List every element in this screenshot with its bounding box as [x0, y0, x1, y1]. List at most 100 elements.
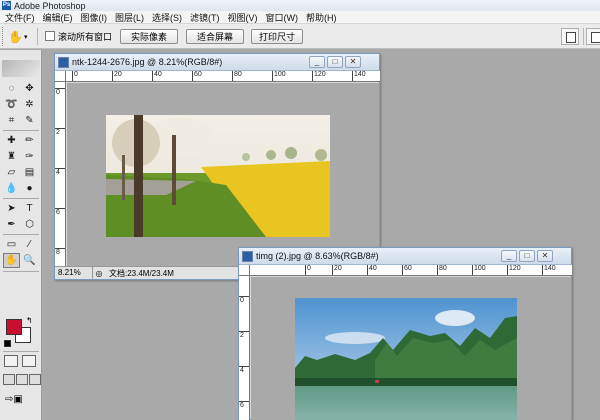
- divider: [3, 234, 39, 235]
- menu-image[interactable]: 图像(I): [77, 11, 112, 24]
- restore-button[interactable]: □: [519, 250, 535, 262]
- actual-pixels-button[interactable]: 实际像素: [120, 29, 178, 44]
- menu-filter[interactable]: 滤镜(T): [186, 11, 224, 24]
- swap-colors-icon[interactable]: ↰: [26, 316, 33, 325]
- full-screen-menu-mode-button[interactable]: [16, 374, 28, 385]
- ruler-tick-label: 0: [239, 296, 249, 304]
- eraser-tool-icon[interactable]: ▱: [3, 165, 20, 180]
- divider: [3, 351, 39, 352]
- marquee-tool-icon[interactable]: ◌: [3, 81, 20, 96]
- photoshop-logo-icon: Ps: [2, 1, 11, 10]
- vertical-ruler[interactable]: 0 2 4 6: [239, 276, 250, 420]
- magic-wand-tool-icon[interactable]: ✲: [21, 97, 38, 112]
- scroll-all-windows-label: 滚动所有窗口: [58, 32, 113, 42]
- options-bar: ✋ ▾ 滚动所有窗口 实际像素 适合屏幕 打印尺寸: [0, 24, 600, 49]
- ruler-tick-label: 140: [542, 265, 556, 275]
- ruler-tick-label: 60: [192, 71, 202, 81]
- horizontal-ruler[interactable]: 0 20 40 60 80 100 120 140: [250, 265, 572, 276]
- ruler-tick-label: 40: [152, 71, 162, 81]
- ruler-tick-label: 80: [437, 265, 447, 275]
- document-canvas[interactable]: [251, 277, 571, 420]
- horizontal-ruler[interactable]: 0 20 40 60 80 100 120 140: [66, 71, 380, 82]
- divider: [3, 271, 39, 272]
- close-button[interactable]: ✕: [537, 250, 553, 262]
- ruler-tick-label: 8: [55, 248, 65, 256]
- zoom-level[interactable]: 8.21%: [55, 266, 93, 280]
- notes-tool-icon[interactable]: ▭: [3, 237, 20, 252]
- vertical-ruler[interactable]: 0 2 4 6 8: [55, 82, 66, 266]
- eyedropper-tool-icon[interactable]: ⁄: [21, 237, 38, 252]
- type-tool-icon[interactable]: T: [21, 201, 38, 216]
- divider: [3, 130, 39, 131]
- full-screen-mode-button[interactable]: [29, 374, 41, 385]
- brush-tool-icon[interactable]: ✏: [21, 133, 38, 148]
- fit-screen-button[interactable]: 适合屏幕: [186, 29, 244, 44]
- close-button[interactable]: ✕: [345, 56, 361, 68]
- standard-screen-mode-button[interactable]: [3, 374, 15, 385]
- ruler-tick-label: 4: [239, 366, 249, 374]
- menu-select[interactable]: 选择(S): [148, 11, 186, 24]
- minimize-button[interactable]: _: [309, 56, 325, 68]
- menu-edit[interactable]: 编辑(E): [39, 11, 77, 24]
- healing-brush-tool-icon[interactable]: ✚: [3, 133, 20, 148]
- file-browser-icon[interactable]: [561, 28, 579, 45]
- ruler-origin[interactable]: [55, 71, 66, 82]
- document-icon: [58, 56, 69, 68]
- minimize-button[interactable]: _: [501, 250, 517, 262]
- dodge-tool-icon[interactable]: ●: [21, 181, 38, 196]
- app-title: Adobe Photoshop: [14, 0, 86, 11]
- hand-tool-icon[interactable]: ✋: [3, 253, 20, 268]
- document-title: timg (2).jpg @ 8.63%(RGB/8#): [256, 251, 379, 261]
- shape-tool-icon[interactable]: ⬡: [21, 217, 38, 232]
- navigator-icon[interactable]: ◎: [93, 269, 105, 278]
- path-selection-tool-icon[interactable]: ➤: [3, 201, 20, 216]
- document-title: ntk-1244-2676.jpg @ 8.21%(RGB/8#): [72, 57, 223, 67]
- ruler-tick-label: 100: [272, 71, 286, 81]
- default-colors-icon[interactable]: [4, 340, 11, 347]
- ruler-tick-label: 2: [239, 331, 249, 339]
- history-brush-tool-icon[interactable]: ✑: [21, 149, 38, 164]
- scroll-all-windows-checkbox[interactable]: [45, 31, 55, 41]
- divider: [37, 28, 38, 45]
- divider: [583, 28, 584, 45]
- move-tool-icon[interactable]: ✥: [21, 81, 38, 96]
- document-canvas[interactable]: [67, 83, 379, 266]
- hand-icon: ✋: [8, 29, 23, 44]
- document-window-ntk[interactable]: ntk-1244-2676.jpg @ 8.21%(RGB/8#) _ □ ✕ …: [54, 53, 380, 280]
- menu-bar: 文件(F) 编辑(E) 图像(I) 图层(L) 选择(S) 滤镜(T) 视图(V…: [0, 11, 600, 24]
- menu-view[interactable]: 视图(V): [224, 11, 262, 24]
- menu-window[interactable]: 窗口(W): [262, 11, 303, 24]
- restore-button[interactable]: □: [327, 56, 343, 68]
- options-bar-grip[interactable]: [2, 27, 6, 46]
- jump-to-imageready-icon[interactable]: ⇨▣: [5, 394, 31, 407]
- ruler-tick-label: 6: [55, 208, 65, 216]
- lasso-tool-icon[interactable]: ➰: [3, 97, 20, 112]
- feather-logo-icon[interactable]: [2, 60, 40, 77]
- chevron-down-icon: ▾: [23, 33, 28, 41]
- foreground-color-swatch[interactable]: [6, 319, 22, 335]
- ruler-origin[interactable]: [239, 265, 250, 276]
- menu-layer[interactable]: 图层(L): [111, 11, 148, 24]
- slice-tool-icon[interactable]: ✎: [21, 113, 38, 128]
- pen-tool-icon[interactable]: ✒: [3, 217, 20, 232]
- crop-tool-icon[interactable]: ⌗: [3, 113, 20, 128]
- zoom-tool-icon[interactable]: 🔍: [21, 253, 38, 268]
- ruler-tick-label: 80: [232, 71, 242, 81]
- ruler-tick-label: 60: [402, 265, 412, 275]
- app-title-bar: Ps Adobe Photoshop: [0, 0, 600, 11]
- ruler-tick-label: 120: [312, 71, 326, 81]
- menu-file[interactable]: 文件(F): [1, 11, 39, 24]
- print-size-button[interactable]: 打印尺寸: [251, 29, 303, 44]
- tool-preset-picker[interactable]: ✋ ▾: [8, 28, 30, 45]
- menu-help[interactable]: 帮助(H): [302, 11, 341, 24]
- divider: [3, 198, 39, 199]
- document-window-timg[interactable]: timg (2).jpg @ 8.63%(RGB/8#) _ □ ✕ 0 20 …: [238, 247, 572, 420]
- blur-tool-icon[interactable]: 💧: [3, 181, 20, 196]
- ruler-tick-label: 2: [55, 128, 65, 136]
- ruler-tick-label: 0: [72, 71, 78, 81]
- clone-stamp-tool-icon[interactable]: ♜: [3, 149, 20, 164]
- gradient-tool-icon[interactable]: ▤: [21, 165, 38, 180]
- standard-mode-button[interactable]: [4, 355, 18, 367]
- palette-well-icon[interactable]: [586, 28, 600, 45]
- quick-mask-mode-button[interactable]: [22, 355, 36, 367]
